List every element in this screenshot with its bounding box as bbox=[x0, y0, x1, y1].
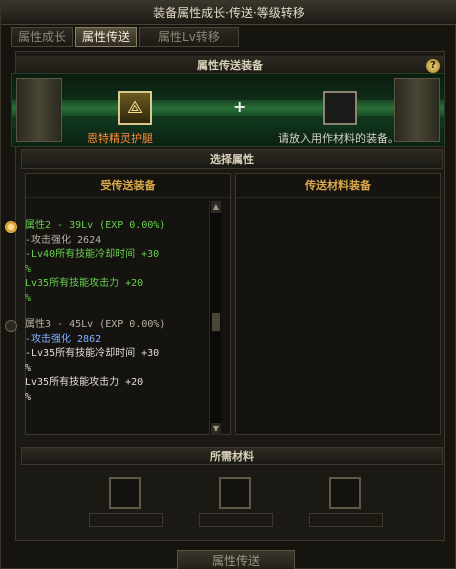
required-material-slot-1[interactable] bbox=[109, 477, 141, 509]
material-item-slot[interactable] bbox=[323, 91, 357, 125]
attribute-option-2-line-3: % bbox=[25, 362, 32, 374]
tab-attribute-transfer[interactable]: 属性传送 bbox=[75, 27, 138, 47]
attribute-option-2-line-1: -攻击强化 2862 bbox=[25, 333, 102, 345]
attribute-option-1-line-4: Lv35所有技能攻击力 +20 bbox=[25, 278, 144, 289]
plus-icon: + bbox=[233, 97, 247, 116]
select-attribute-heading: 选择属性 bbox=[21, 149, 443, 169]
attribute-option-1-line-3: % bbox=[25, 263, 32, 275]
required-material-count-3 bbox=[309, 513, 383, 527]
machine-right-cap bbox=[394, 78, 440, 142]
help-icon[interactable]: ? bbox=[426, 59, 440, 73]
material-equipment-header: 传送材料装备 bbox=[236, 174, 440, 198]
equipment-window: 装备属性成长·传送·等级转移 属性成长 属性传送 属性Lv转移 属性传送装备 ?… bbox=[0, 0, 456, 569]
attribute-option-2-line-4: Lv35所有技能攻击力 +20 bbox=[25, 377, 144, 388]
scroll-thumb[interactable] bbox=[212, 313, 220, 331]
attribute-option-1-attack: -攻击强化 2624 bbox=[25, 234, 102, 246]
material-equipment-column: 传送材料装备 bbox=[235, 173, 441, 435]
attribute-option-1-title: 属性2 - 39Lv (EXP 0.00%) bbox=[25, 220, 166, 231]
attribute-option-1-line-5: % bbox=[25, 292, 32, 304]
attribute-transfer-button[interactable]: 属性传送 bbox=[177, 550, 295, 569]
attribute-option-2-line-5: % bbox=[25, 391, 32, 403]
attribute-option-2-line-2: -Lv35所有技能冷却时间 +30 bbox=[25, 348, 160, 359]
required-material-count-2 bbox=[199, 513, 273, 527]
attribute-option-2-title: 属性3 - 45Lv (EXP 0.00%) bbox=[25, 319, 166, 330]
tab-attribute-growth[interactable]: 属性成长 bbox=[11, 27, 74, 47]
attribute-option-2-radio[interactable] bbox=[5, 320, 17, 332]
required-materials-heading: 所需材料 bbox=[21, 447, 443, 465]
leg-armor-icon: ⟁ bbox=[126, 97, 144, 118]
attribute-list-scrollbar[interactable]: ▲ ▼ bbox=[209, 201, 221, 435]
required-material-slot-2[interactable] bbox=[219, 477, 251, 509]
source-item-name: 恩特精灵护腿 bbox=[87, 132, 153, 145]
transfer-equipment-heading-label: 属性传送装备 bbox=[197, 59, 263, 72]
attribute-option-1-line-1: -攻击强化 2624 bbox=[25, 234, 185, 249]
scroll-down-icon[interactable]: ▼ bbox=[211, 423, 221, 435]
source-item-slot[interactable]: ⟁ bbox=[118, 91, 152, 125]
required-material-count-1 bbox=[89, 513, 163, 527]
attribute-option-2-text: 属性3 - 45Lv (EXP 0.00%) -攻击强化 2862 -Lv35所… bbox=[25, 318, 185, 405]
attribute-option-1-radio[interactable] bbox=[5, 221, 17, 233]
required-material-slot-3[interactable] bbox=[329, 477, 361, 509]
green-energy-band bbox=[12, 100, 444, 116]
window-title: 装备属性成长·传送·等级转移 bbox=[1, 1, 456, 25]
machine-left-cap bbox=[16, 78, 62, 142]
attribute-option-1-text: 属性2 - 39Lv (EXP 0.00%) -攻击强化 2624 -Lv40所… bbox=[25, 219, 185, 306]
attribute-option-1[interactable]: 属性2 - 39Lv (EXP 0.00%) -攻击强化 2624 -Lv40所… bbox=[5, 219, 183, 309]
tab-bar: 属性成长 属性传送 属性Lv转移 bbox=[11, 27, 239, 47]
scroll-up-icon[interactable]: ▲ bbox=[211, 201, 221, 213]
receiving-equipment-header: 受传送装备 bbox=[26, 174, 230, 198]
attribute-option-1-line-2: -Lv40所有技能冷却时间 +30 bbox=[25, 249, 160, 260]
tab-attribute-lv-transfer[interactable]: 属性Lv转移 bbox=[139, 27, 239, 47]
material-slot-hint: 请放入用作材料的装备。 bbox=[278, 132, 399, 145]
attribute-option-2[interactable]: 属性3 - 45Lv (EXP 0.00%) -攻击强化 2862 -Lv35所… bbox=[5, 318, 183, 408]
